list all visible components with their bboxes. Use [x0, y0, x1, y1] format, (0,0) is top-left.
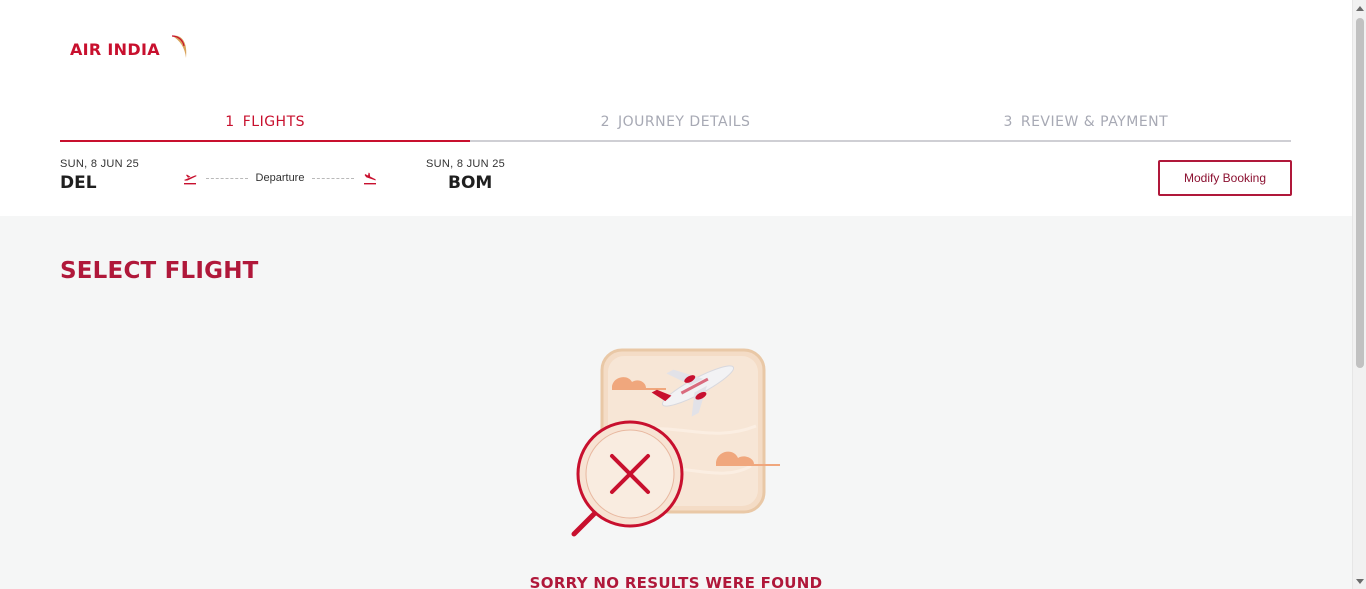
no-results-illustration — [571, 348, 780, 537]
scroll-thumb[interactable] — [1356, 18, 1364, 368]
route-dash-right — [312, 177, 355, 179]
vertical-scrollbar[interactable] — [1352, 0, 1366, 589]
air-india-logo[interactable]: AIR INDIA — [70, 34, 187, 64]
step-label: JOURNEY DETAILS — [617, 114, 751, 130]
logo-text: AIR INDIA — [70, 39, 160, 59]
page-viewport: AIR INDIA 1 FLIGHTS 2 JOURNEY DETAILS 3 REV… — [0, 0, 1352, 589]
origin: SUN, 8 JUN 25 DEL — [60, 158, 139, 193]
booking-stepper: 1 FLIGHTS 2 JOURNEY DETAILS 3 REVIEW & PAYM… — [60, 108, 1291, 142]
results-area: SELECT FLIGHT SORRY NO RESULTS WERE FOUN… — [0, 216, 1352, 589]
step-review-payment[interactable]: 3 REVIEW & PAYMENT — [881, 108, 1291, 140]
site-header: AIR INDIA 1 FLIGHTS 2 JOURNEY DETAILS 3 REV… — [0, 0, 1352, 216]
page-title: SELECT FLIGHT — [60, 258, 259, 284]
scroll-up-button[interactable] — [1353, 0, 1366, 16]
step-number: 1 — [225, 114, 235, 130]
modify-booking-button[interactable]: Modify Booking — [1158, 160, 1292, 196]
route-line: Departure — [182, 170, 378, 186]
no-results-message: SORRY NO RESULTS WERE FOUND — [529, 574, 823, 589]
scroll-down-button[interactable] — [1353, 573, 1366, 589]
step-label: REVIEW & PAYMENT — [1020, 114, 1169, 130]
logo-wing-icon — [171, 35, 187, 58]
route-dash-left — [206, 177, 248, 179]
chevron-up-icon — [1356, 5, 1364, 11]
journey-summary: SUN, 8 JUN 25 DEL Departure SUN, 8 JUN 2… — [60, 158, 1292, 202]
step-number: 3 — [1003, 114, 1013, 130]
route-label: Departure — [255, 172, 305, 184]
step-journey-details[interactable]: 2 JOURNEY DETAILS — [470, 108, 880, 140]
origin-code: DEL — [60, 173, 97, 193]
landing-icon — [364, 172, 377, 185]
origin-date: SUN, 8 JUN 25 — [60, 158, 140, 170]
destination: SUN, 8 JUN 25 BOM — [426, 158, 505, 193]
destination-code: BOM — [448, 173, 493, 193]
takeoff-icon — [184, 174, 197, 185]
step-label: FLIGHTS — [242, 114, 306, 130]
step-number: 2 — [600, 114, 610, 130]
chevron-down-icon — [1356, 578, 1364, 584]
destination-date: SUN, 8 JUN 25 — [426, 158, 506, 170]
step-flights[interactable]: 1 FLIGHTS — [60, 108, 471, 142]
